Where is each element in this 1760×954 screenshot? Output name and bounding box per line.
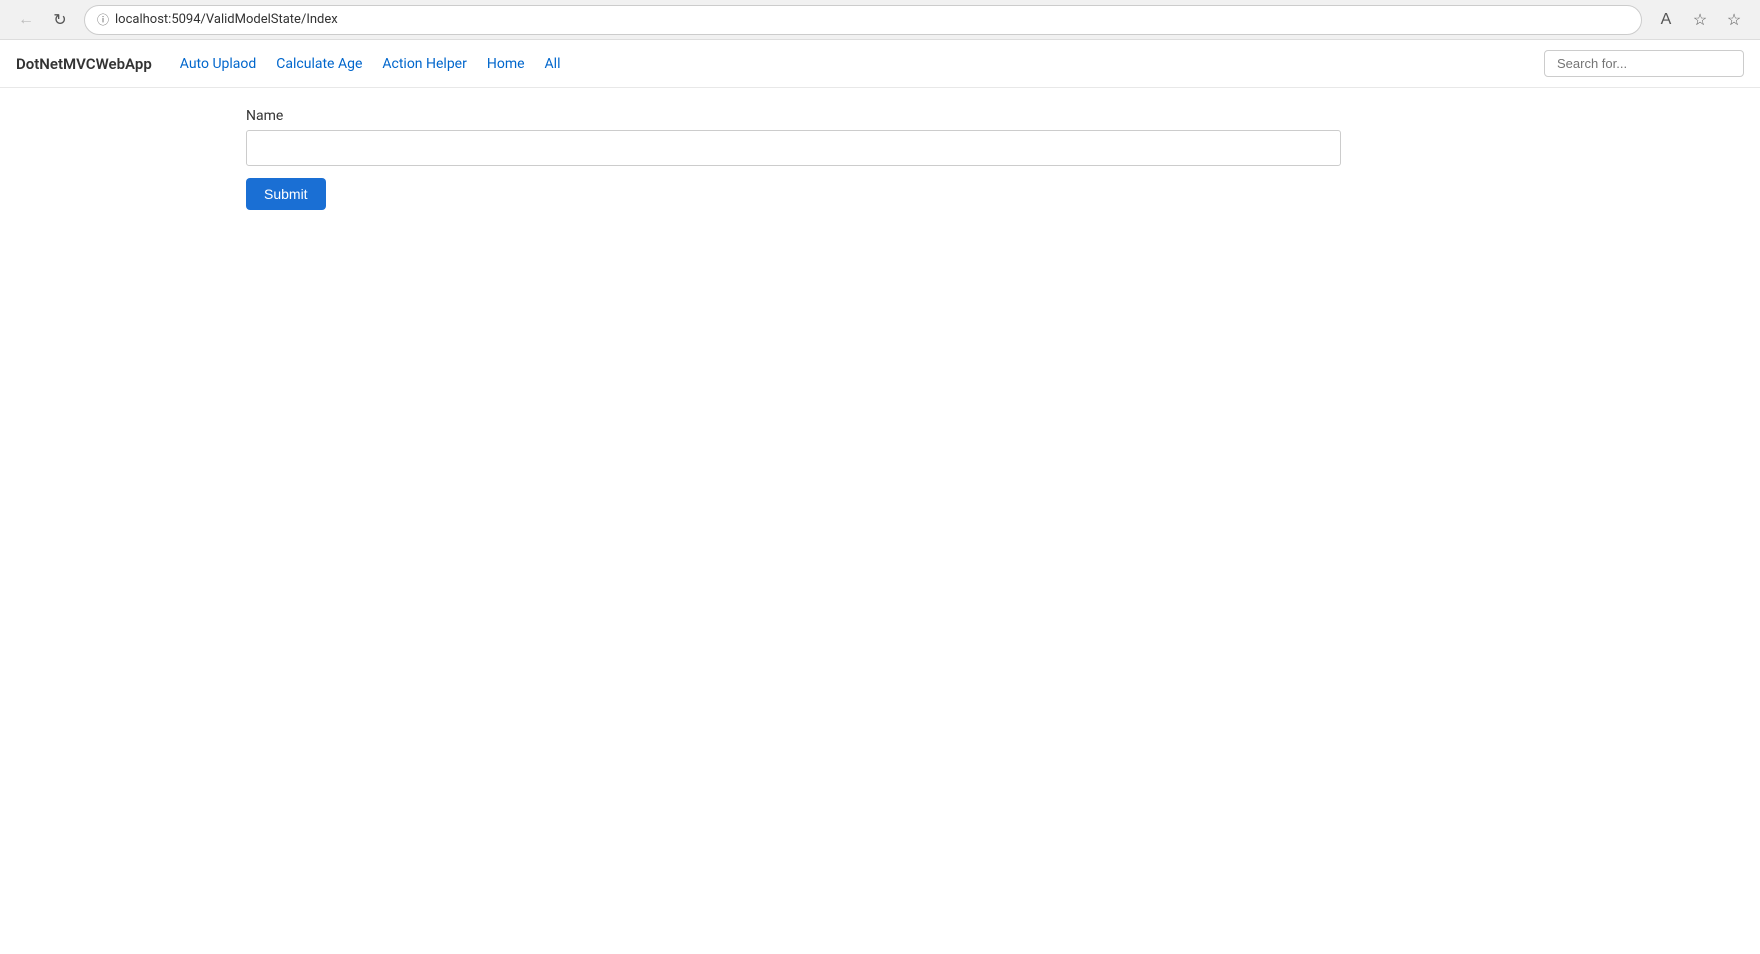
nav-all[interactable]: All (537, 52, 569, 76)
nav-auto-upload[interactable]: Auto Uplaod (172, 52, 265, 76)
search-container (1544, 50, 1744, 77)
browser-actions: A ☆ ☆ (1652, 6, 1748, 34)
name-input[interactable] (246, 130, 1341, 166)
main-content: Name Submit (0, 88, 1760, 230)
info-icon: ⓘ (97, 11, 109, 28)
nav-calculate-age[interactable]: Calculate Age (268, 52, 370, 76)
refresh-button[interactable]: ↻ (46, 6, 74, 34)
reader-mode-button[interactable]: A (1652, 6, 1680, 34)
browser-chrome: ← ↻ ⓘ localhost:5094/ValidModelState/Ind… (0, 0, 1760, 40)
favorites-button[interactable]: ☆ (1686, 6, 1714, 34)
back-button[interactable]: ← (12, 6, 40, 34)
star-button[interactable]: ☆ (1720, 6, 1748, 34)
app-navbar: DotNetMVCWebApp Auto Uplaod Calculate Ag… (0, 40, 1760, 88)
address-text: localhost:5094/ValidModelState/Index (115, 12, 1629, 27)
submit-button[interactable]: Submit (246, 178, 326, 210)
nav-home[interactable]: Home (479, 52, 533, 76)
address-bar[interactable]: ⓘ localhost:5094/ValidModelState/Index (84, 5, 1642, 35)
name-label: Name (246, 108, 1514, 124)
app-brand: DotNetMVCWebApp (16, 55, 152, 73)
browser-nav-buttons: ← ↻ (12, 6, 74, 34)
valid-model-form: Name Submit (246, 108, 1514, 210)
nav-action-helper[interactable]: Action Helper (374, 52, 474, 76)
search-input[interactable] (1544, 50, 1744, 77)
nav-links: Auto Uplaod Calculate Age Action Helper … (172, 52, 1544, 76)
